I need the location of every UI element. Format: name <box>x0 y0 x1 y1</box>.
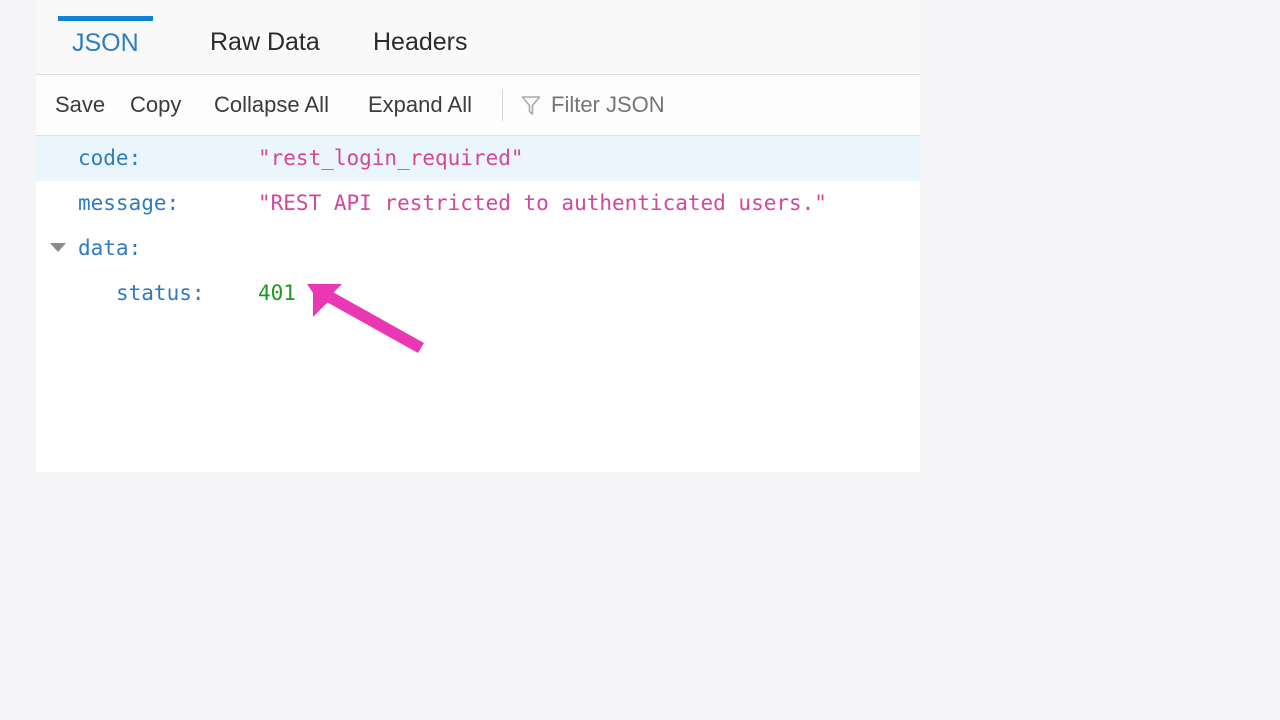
filter-json-input[interactable] <box>551 75 881 135</box>
json-key: message: <box>78 191 180 215</box>
json-row-code[interactable]: code: "rest_login_required" <box>36 136 920 181</box>
json-key: data: <box>78 236 142 260</box>
toolbar-divider <box>502 89 503 121</box>
save-button[interactable]: Save <box>55 75 105 135</box>
tab-json[interactable]: JSON <box>58 16 153 75</box>
json-value: "REST API restricted to authenticated us… <box>258 191 827 215</box>
json-key: code: <box>78 146 142 170</box>
json-key: status: <box>116 281 205 305</box>
tab-headers[interactable]: Headers <box>373 16 468 75</box>
json-toolbar: Save Copy Collapse All Expand All <box>36 75 920 136</box>
funnel-icon <box>521 95 541 116</box>
tab-strip: JSON Raw Data Headers <box>36 0 920 75</box>
collapse-all-button[interactable]: Collapse All <box>214 75 329 135</box>
tab-raw-data[interactable]: Raw Data <box>210 16 320 75</box>
copy-button[interactable]: Copy <box>130 75 181 135</box>
json-value: "rest_login_required" <box>258 146 524 170</box>
json-value: 401 <box>258 281 296 305</box>
devtools-json-panel: JSON Raw Data Headers Save Copy Collapse… <box>36 0 920 472</box>
json-tree: code: "rest_login_required" message: "RE… <box>36 136 920 472</box>
chevron-down-icon[interactable] <box>50 243 66 252</box>
json-row-status[interactable]: status: 401 <box>36 271 920 316</box>
json-row-message[interactable]: message: "REST API restricted to authent… <box>36 181 920 226</box>
json-row-data[interactable]: data: <box>36 226 920 271</box>
expand-all-button[interactable]: Expand All <box>368 75 472 135</box>
